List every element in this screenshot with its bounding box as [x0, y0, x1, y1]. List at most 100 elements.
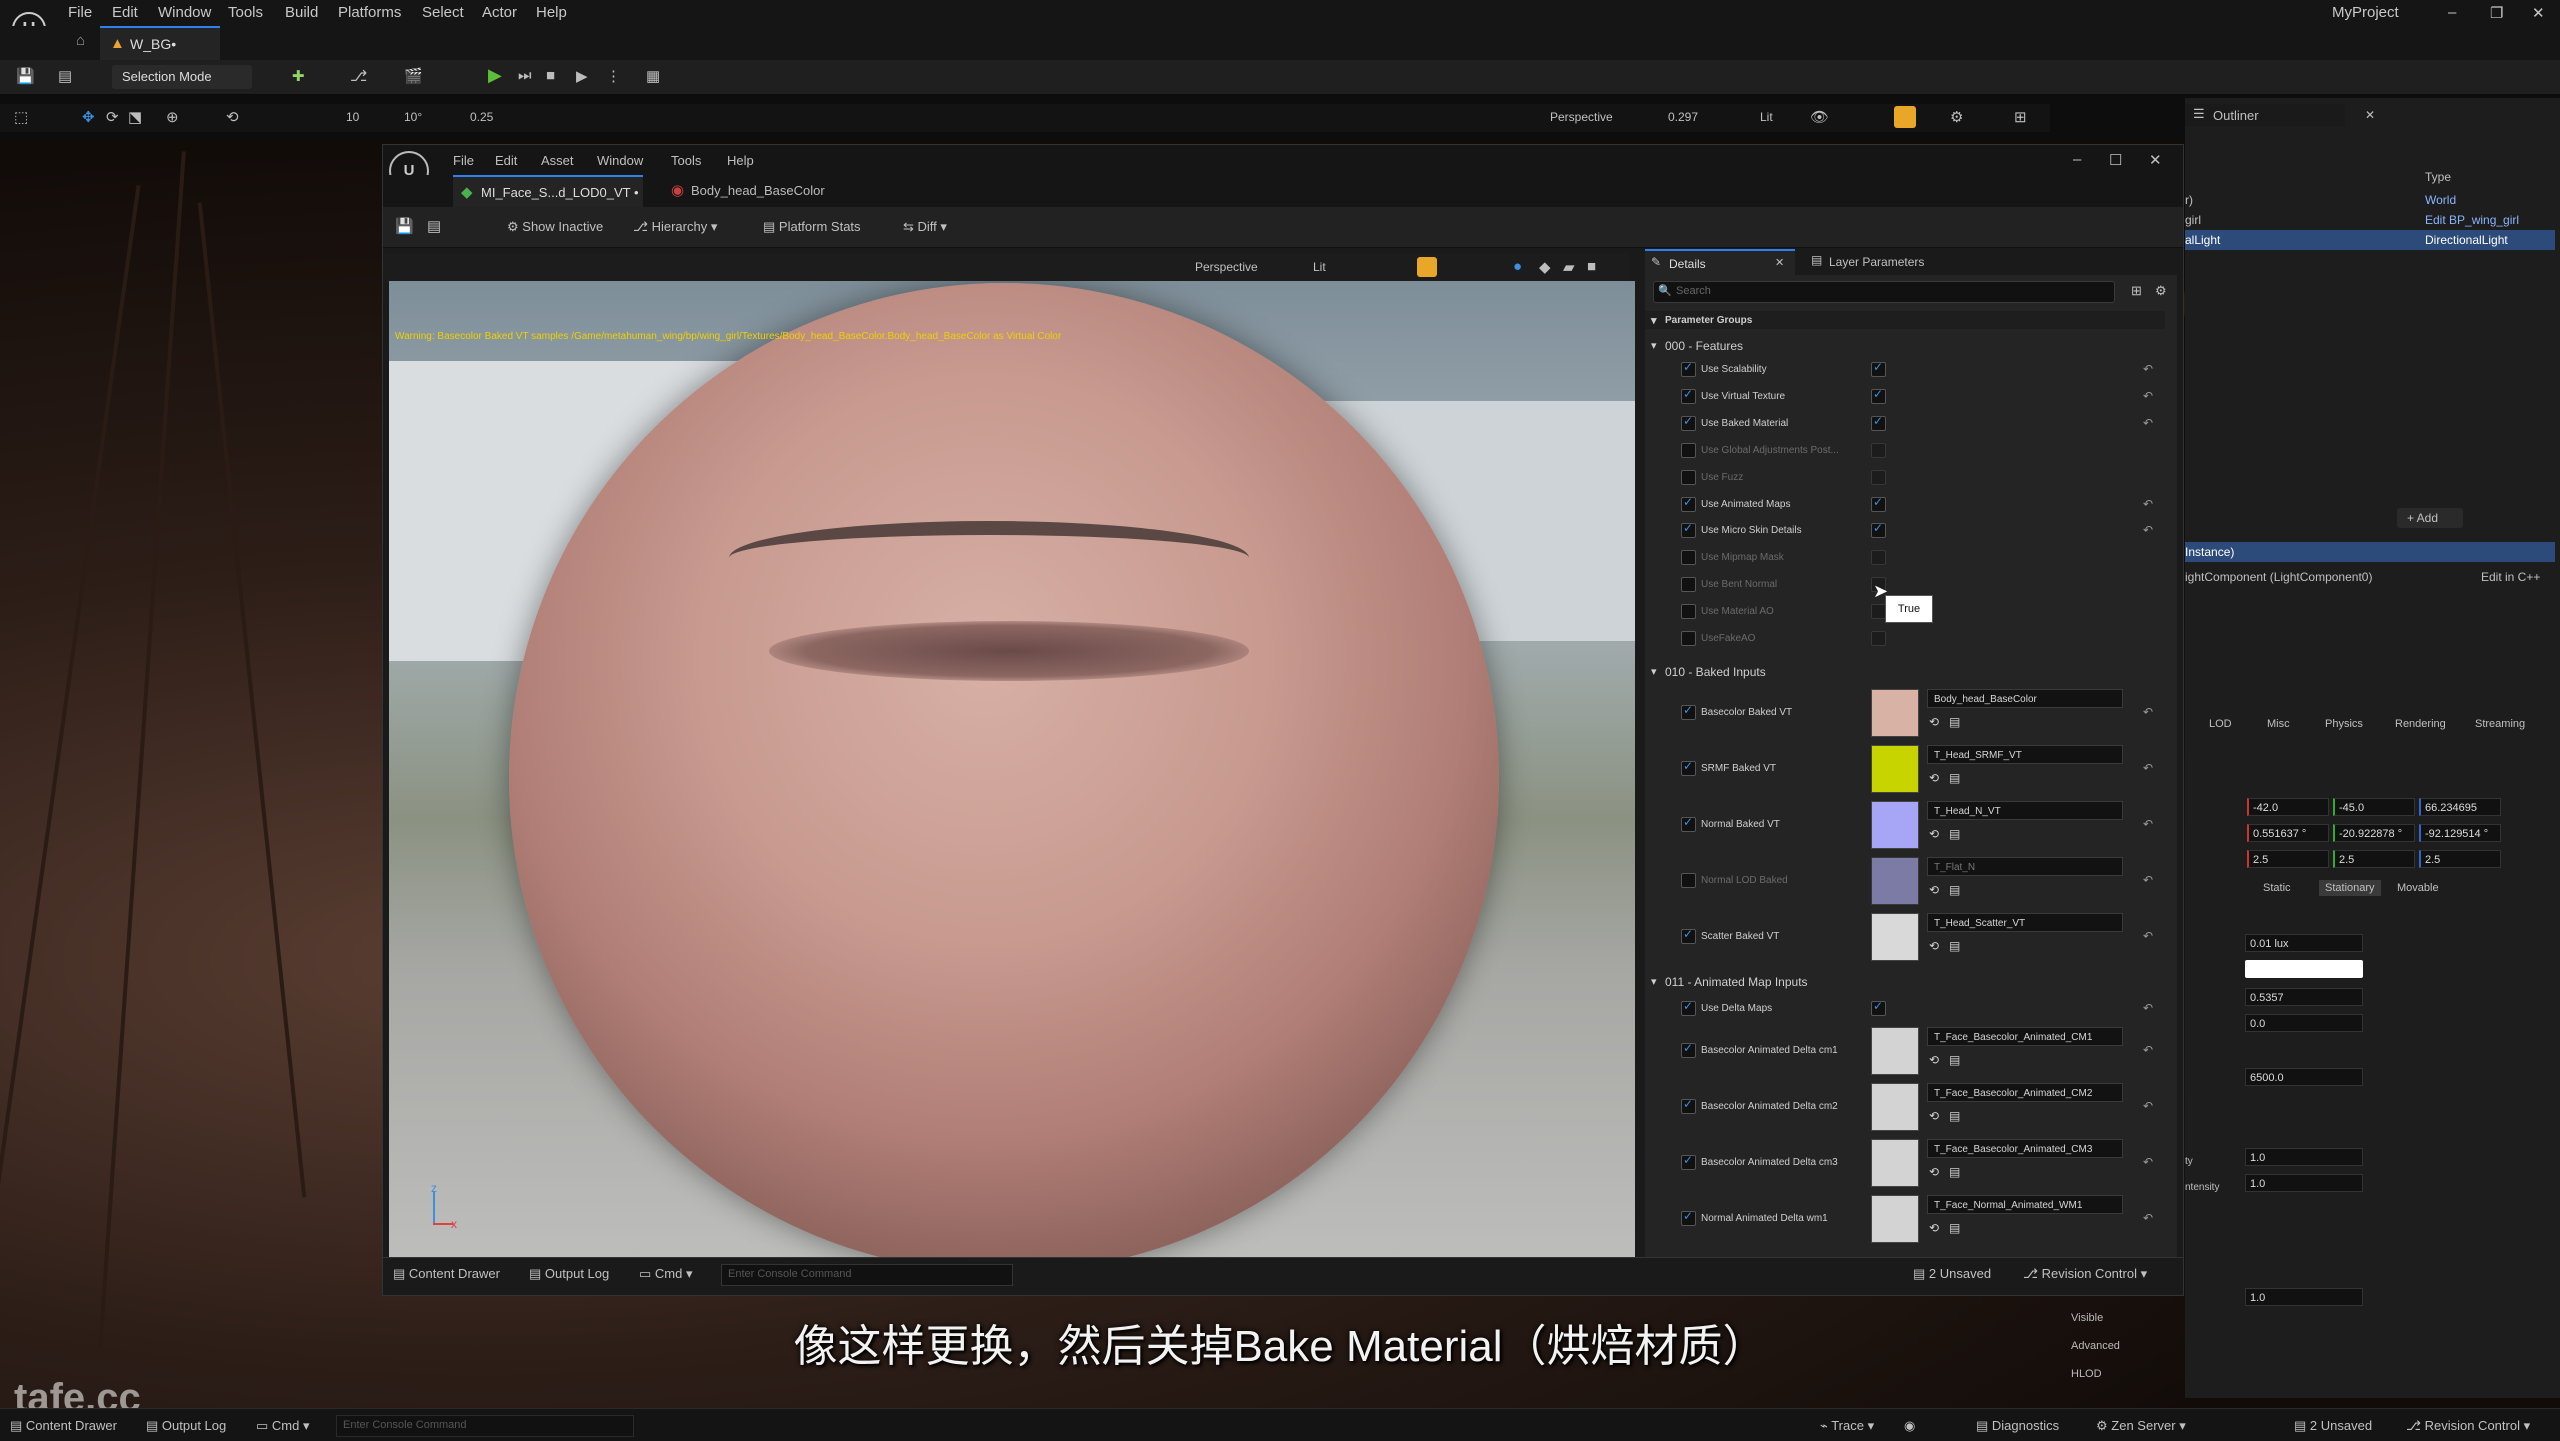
move-icon[interactable]: ✥ — [82, 108, 95, 126]
use-selected-icon[interactable]: ⟲ — [1929, 883, 1939, 897]
feature-value-checkbox[interactable] — [1871, 360, 1886, 377]
browse-asset-icon[interactable]: ▤ — [1949, 827, 1960, 841]
reset-to-default-icon[interactable]: ↶ — [2143, 497, 2153, 511]
texture-thumbnail[interactable] — [1871, 745, 1919, 793]
me-save-icon[interactable]: 💾 — [395, 217, 414, 235]
outliner-row[interactable]: r) World — [2185, 190, 2555, 210]
menu-build[interactable]: Build — [285, 4, 318, 21]
reset-to-default-icon[interactable]: ↶ — [2143, 705, 2153, 719]
me-menu-edit[interactable]: Edit — [495, 153, 517, 168]
me-browse-icon[interactable]: ▤ — [427, 217, 441, 235]
me-menu-file[interactable]: File — [453, 153, 474, 168]
feature-value-checkbox[interactable] — [1871, 550, 1886, 566]
outliner-close-icon[interactable]: ✕ — [2365, 108, 2375, 122]
group-header-features[interactable]: ▾ 000 - Features — [1645, 335, 2165, 355]
mobility-static[interactable]: Static — [2263, 882, 2291, 894]
texture-thumbnail[interactable] — [1871, 1195, 1919, 1243]
preview-plane-icon[interactable]: ◆ — [1539, 258, 1551, 276]
texture-dropdown[interactable]: T_Face_Basecolor_Animated_CM3 — [1927, 1139, 2123, 1158]
use-selected-icon[interactable]: ⟲ — [1929, 715, 1939, 729]
browse-icon[interactable]: ▤ — [58, 67, 72, 85]
group-header-animated[interactable]: ▾ 011 - Animated Map Inputs — [1645, 971, 2165, 991]
selection-mode-button[interactable]: Selection Mode — [112, 65, 252, 89]
play-icon[interactable]: ▶ — [488, 65, 502, 86]
animated-enable-checkbox[interactable] — [1681, 1209, 1696, 1226]
launch-icon[interactable]: ▶ — [576, 67, 588, 85]
me-menu-tools[interactable]: Tools — [671, 153, 701, 168]
rotation-snap-value[interactable]: 10° — [404, 110, 422, 124]
layer-parameters-tab[interactable]: ▤ Layer Parameters — [1805, 249, 1975, 275]
diagnostics-button[interactable]: ▤ Diagnostics — [1976, 1418, 2059, 1434]
mobility-stationary[interactable]: Stationary — [2319, 880, 2381, 896]
texture-dropdown[interactable]: T_Head_N_VT — [1927, 801, 2123, 820]
texture-thumbnail[interactable] — [1871, 801, 1919, 849]
menu-actor[interactable]: Actor — [482, 4, 517, 21]
preview-sphere-icon[interactable]: ● — [1513, 258, 1522, 275]
texture-dropdown[interactable]: T_Head_Scatter_VT — [1927, 913, 2123, 932]
outliner-row-selected[interactable]: alLight DirectionalLight — [2185, 230, 2555, 250]
scale-x[interactable]: 2.5 — [2247, 850, 2329, 868]
tab-rendering[interactable]: Rendering — [2395, 718, 2446, 730]
texture-dropdown[interactable]: T_Face_Normal_Animated_WM1 — [1927, 1195, 2123, 1214]
tab-texture[interactable]: ◉ Body_head_BaseColor — [663, 175, 853, 207]
location-x[interactable]: -42.0 — [2247, 798, 2329, 816]
outliner-tab[interactable]: ☰ Outliner ✕ — [2185, 104, 2375, 126]
feature-value-checkbox[interactable] — [1871, 521, 1886, 539]
feature-enable-checkbox[interactable] — [1681, 387, 1696, 404]
mobility-movable[interactable]: Movable — [2397, 882, 2439, 894]
blueprint-icon[interactable]: ⎇ — [350, 67, 367, 85]
menu-tools[interactable]: Tools — [228, 4, 263, 21]
value-field-3[interactable]: 1.0 — [2245, 1148, 2363, 1166]
browse-asset-icon[interactable]: ▤ — [1949, 1109, 1960, 1123]
use-selected-icon[interactable]: ⟲ — [1929, 1053, 1939, 1067]
save-icon[interactable]: 💾 — [16, 67, 35, 85]
texture-thumbnail[interactable] — [1871, 1027, 1919, 1075]
feature-value-checkbox[interactable] — [1871, 495, 1886, 512]
menu-window[interactable]: Window — [158, 4, 211, 21]
me-realtime-icon[interactable] — [1417, 257, 1437, 277]
reset-to-default-icon[interactable]: ↶ — [2143, 1001, 2153, 1015]
feature-value-checkbox[interactable] — [1871, 604, 1886, 620]
edit-in-cpp-link[interactable]: Edit in C++ — [2481, 570, 2540, 584]
reset-to-default-icon[interactable]: ↶ — [2143, 1099, 2153, 1113]
value-field-4[interactable]: 1.0 — [2245, 1174, 2363, 1192]
use-selected-icon[interactable]: ⟲ — [1929, 939, 1939, 953]
reset-to-default-icon[interactable]: ↶ — [2143, 1155, 2153, 1169]
use-delta-maps-enable-checkbox[interactable] — [1681, 999, 1696, 1016]
me-content-drawer-button[interactable]: ▤ Content Drawer — [393, 1266, 500, 1282]
feature-enable-checkbox[interactable] — [1681, 521, 1696, 539]
me-unsaved-indicator[interactable]: ▤ 2 Unsaved — [1913, 1266, 1991, 1282]
zen-server-button[interactable]: ⚙ Zen Server ▾ — [2096, 1418, 2186, 1434]
fov-value[interactable]: 0.297 — [1668, 110, 1698, 124]
light-color-swatch[interactable] — [2245, 960, 2363, 978]
feature-enable-checkbox[interactable] — [1681, 495, 1696, 512]
browse-asset-icon[interactable]: ▤ — [1949, 715, 1960, 729]
feature-value-checkbox[interactable] — [1871, 469, 1886, 485]
me-revision-control-button[interactable]: ⎇ Revision Control ▾ — [2023, 1266, 2147, 1282]
preview-cube-icon[interactable]: ■ — [1587, 258, 1596, 275]
add-component-button[interactable]: + Add — [2397, 508, 2463, 528]
use-selected-icon[interactable]: ⟲ — [1929, 771, 1939, 785]
scale-z[interactable]: 2.5 — [2419, 850, 2501, 868]
me-close-icon[interactable]: ✕ — [2149, 151, 2162, 169]
texture-thumbnail[interactable] — [1871, 689, 1919, 737]
feature-value-checkbox[interactable] — [1871, 442, 1886, 458]
texture-thumbnail[interactable] — [1871, 913, 1919, 961]
tab-physics[interactable]: Physics — [2325, 718, 2363, 730]
feature-enable-checkbox[interactable] — [1681, 360, 1696, 377]
texture-thumbnail[interactable] — [1871, 1083, 1919, 1131]
me-cmd-dropdown[interactable]: ▭ Cmd ▾ — [639, 1266, 693, 1282]
me-maximize-icon[interactable]: ☐ — [2109, 151, 2122, 169]
rotation-z[interactable]: -92.129514 ° — [2419, 824, 2501, 842]
menu-help[interactable]: Help — [536, 4, 567, 21]
use-selected-icon[interactable]: ⟲ — [1929, 1109, 1939, 1123]
browse-asset-icon[interactable]: ▤ — [1949, 939, 1960, 953]
feature-enable-checkbox[interactable] — [1681, 631, 1696, 646]
baked-enable-checkbox[interactable] — [1681, 873, 1696, 888]
perspective-dropdown[interactable]: Perspective — [1550, 110, 1613, 124]
feature-enable-checkbox[interactable] — [1681, 442, 1696, 458]
browse-asset-icon[interactable]: ▤ — [1949, 1053, 1960, 1067]
use-selected-icon[interactable]: ⟲ — [1929, 1221, 1939, 1235]
baked-enable-checkbox[interactable] — [1681, 927, 1696, 944]
feature-enable-checkbox[interactable] — [1681, 550, 1696, 566]
